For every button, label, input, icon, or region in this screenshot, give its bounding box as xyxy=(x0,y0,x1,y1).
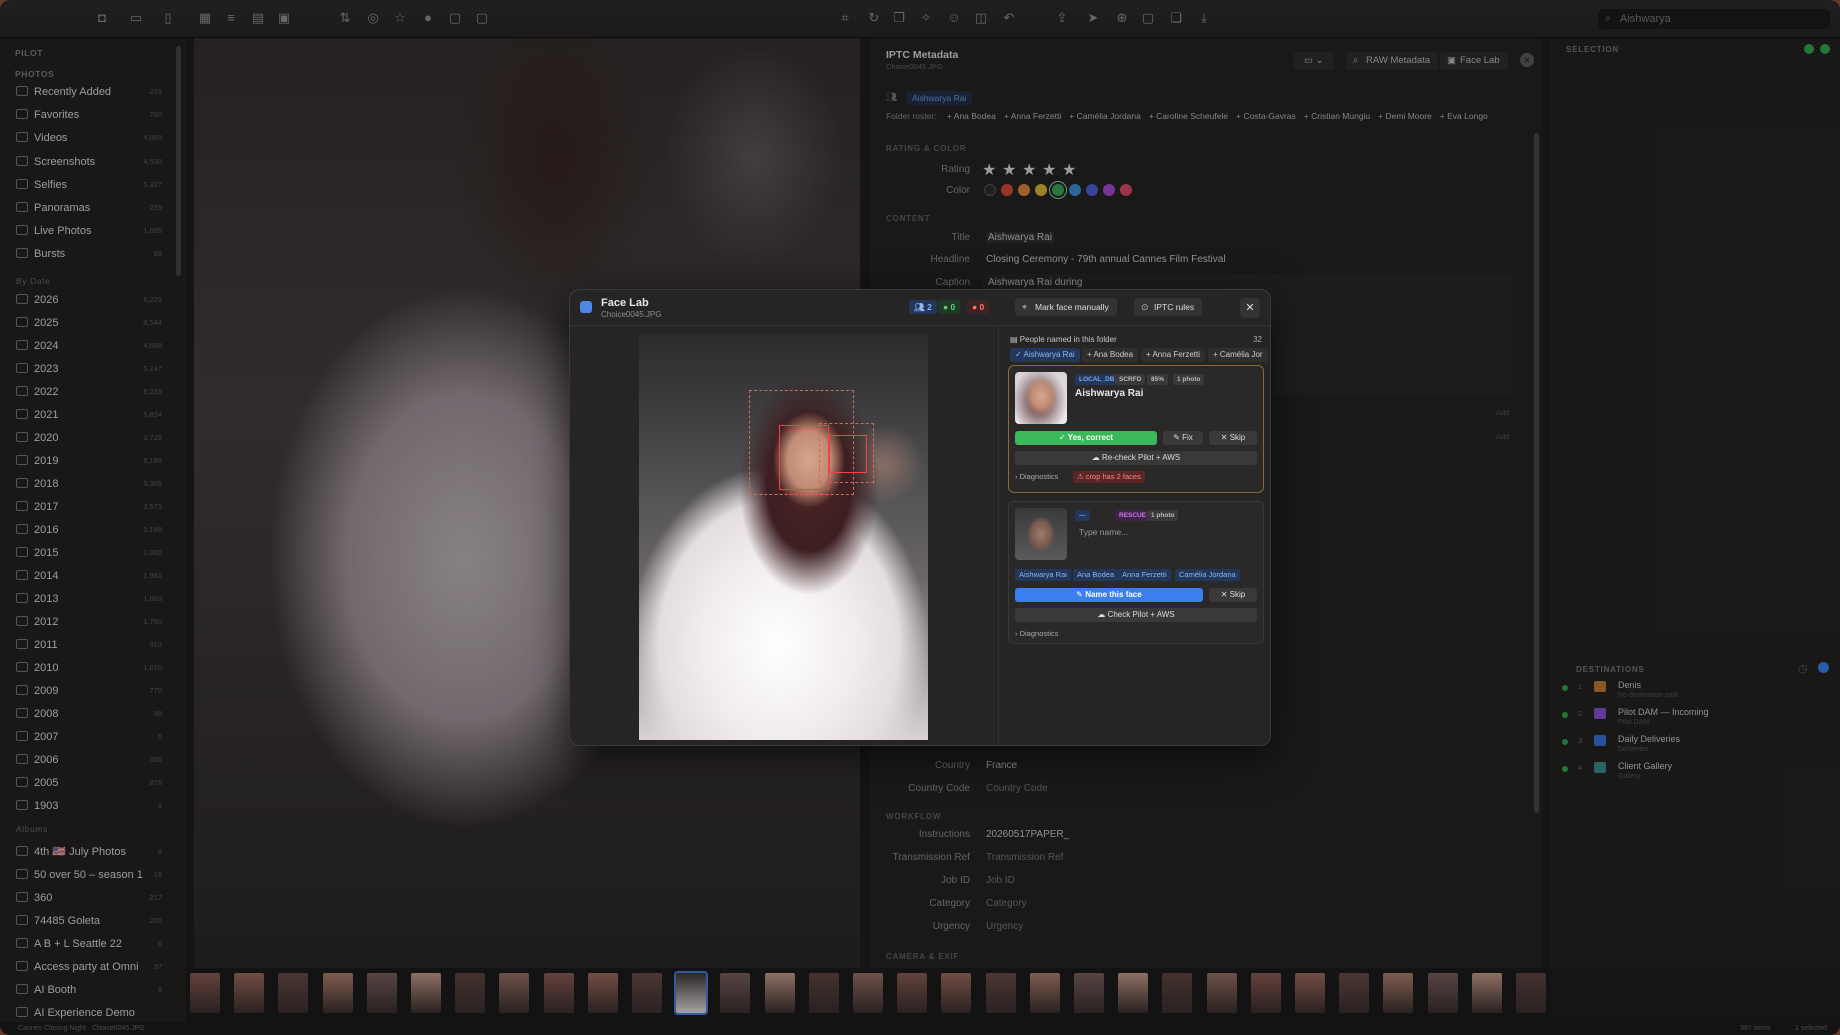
faces-count-badge: 👥︎ 2 xyxy=(909,300,937,314)
face-source-tag: SCRFD xyxy=(1115,374,1146,385)
name-suggestion-chip[interactable]: Camélia Jordana xyxy=(1175,569,1240,581)
facelab-icon xyxy=(580,301,592,313)
recheck-label: Re-check Pilot + AWS xyxy=(1102,453,1181,462)
face-card-identified: LOCAL_DB SCRFD 85% 1 photo Aishwarya Rai ✓ … xyxy=(1008,365,1264,493)
folder-person-chip[interactable]: ✓ Aishwarya Rai xyxy=(1010,348,1080,362)
folder-person-chip[interactable]: + Anna Ferzetti xyxy=(1141,348,1206,362)
face-source-tag: RESCUE xyxy=(1115,510,1151,521)
diagnostics-toggle-2[interactable]: › Diagnostics xyxy=(1015,629,1058,638)
facelab-photo[interactable] xyxy=(639,335,928,740)
face-name: Aishwarya Rai xyxy=(1075,388,1144,399)
face-source-tag: 85% xyxy=(1147,374,1169,385)
diagnostics-toggle[interactable]: › Diagnostics xyxy=(1015,472,1058,481)
name-suggestion-chip[interactable]: Anna Ferzetti xyxy=(1118,569,1171,581)
face-source-tag: 1 photo xyxy=(1147,510,1179,521)
facelab-modal: Face Lab Choice0045.JPG 👥︎ 2 ● 0 ● 0 ⌖ Ma… xyxy=(569,289,1271,746)
facelab-header: Face Lab Choice0045.JPG 👥︎ 2 ● 0 ● 0 ⌖ Ma… xyxy=(570,290,1270,326)
recheck-button[interactable]: ☁ Re-check Pilot + AWS xyxy=(1015,451,1257,465)
diagnostics-label: Diagnostics xyxy=(1019,472,1059,481)
folder-person-chip[interactable]: + Camélia Jor xyxy=(1208,348,1268,362)
face-source-tag: LOCAL_DB xyxy=(1075,374,1119,385)
name-input[interactable]: Type name... xyxy=(1075,524,1257,540)
face-source-tag: 1 photo xyxy=(1173,374,1205,385)
people-folder-count: 32 xyxy=(1253,335,1262,344)
crop-warning-text: crop has 2 faces xyxy=(1085,472,1141,481)
people-folder-header: ▤ People named in this folder xyxy=(1010,335,1117,344)
people-folder-label: People named in this folder xyxy=(1019,335,1117,344)
mark-face-label: Mark face manually xyxy=(1035,302,1109,312)
face-card-unknown: — RESCUE 1 photo Type name... Aishwarya Ra… xyxy=(1008,501,1264,644)
facelab-filename: Choice0045.JPG xyxy=(601,310,662,319)
fix-button[interactable]: ✎ Fix xyxy=(1163,431,1203,445)
ok-count: 0 xyxy=(950,302,956,312)
name-suggestion-chip[interactable]: Aishwarya Rai xyxy=(1015,569,1071,581)
faces-panel: ▤ People named in this folder 32 ✓ Aishw… xyxy=(1008,327,1268,745)
check-pilot-aws-label: Check Pilot + AWS xyxy=(1107,610,1175,619)
mark-face-manually-button[interactable]: ⌖ Mark face manually xyxy=(1015,298,1117,316)
error-count-badge: ● 0 xyxy=(967,300,990,314)
face-avatar-1 xyxy=(1015,372,1067,424)
ok-count-badge: ● 0 xyxy=(938,300,961,314)
error-count: 0 xyxy=(979,302,985,312)
faces-count: 2 xyxy=(927,302,932,312)
name-this-face-button[interactable]: ✎ Name this face xyxy=(1015,588,1203,602)
fix-label: Fix xyxy=(1182,433,1193,442)
crop-warning-badge: ⚠ crop has 2 faces xyxy=(1073,471,1145,483)
diagnostics-label-2: Diagnostics xyxy=(1019,629,1059,638)
face-box-2[interactable] xyxy=(829,435,867,473)
name-input-placeholder: Type name... xyxy=(1079,527,1129,537)
rules-icon: ⊙ xyxy=(1141,302,1149,312)
yes-correct-label: Yes, correct xyxy=(1067,433,1114,442)
app-window: ◘ ▭ ▯ ▦ ≡ ▤ ▣ ⇅ ◎ ☆ ● ▢ ▢ ⌗ ↻ ❐ ✧ ☺ ◫ ↶ … xyxy=(0,0,1840,1035)
close-icon[interactable]: ✕ xyxy=(1240,298,1260,318)
name-suggestion-chip[interactable]: Ana Bodea xyxy=(1073,569,1119,581)
skip-label-2: Skip xyxy=(1229,590,1246,599)
crosshair-icon: ⌖ xyxy=(1022,302,1028,312)
facelab-title: Face Lab xyxy=(601,297,649,309)
iptc-rules-button[interactable]: ⊙ IPTC rules xyxy=(1134,298,1203,316)
skip-button-2[interactable]: ✕ Skip xyxy=(1209,588,1257,602)
yes-correct-button[interactable]: ✓ Yes, correct xyxy=(1015,431,1157,445)
skip-button[interactable]: ✕ Skip xyxy=(1209,431,1257,445)
face-avatar-2 xyxy=(1015,508,1067,560)
check-pilot-aws-button[interactable]: ☁ Check Pilot + AWS xyxy=(1015,608,1257,622)
folder-person-chip[interactable]: + Ana Bodea xyxy=(1082,348,1139,362)
iptc-rules-label: IPTC rules xyxy=(1154,302,1195,312)
face-source-tag: — xyxy=(1075,510,1090,521)
skip-label: Skip xyxy=(1229,433,1246,442)
name-this-face-label: Name this face xyxy=(1085,590,1142,599)
